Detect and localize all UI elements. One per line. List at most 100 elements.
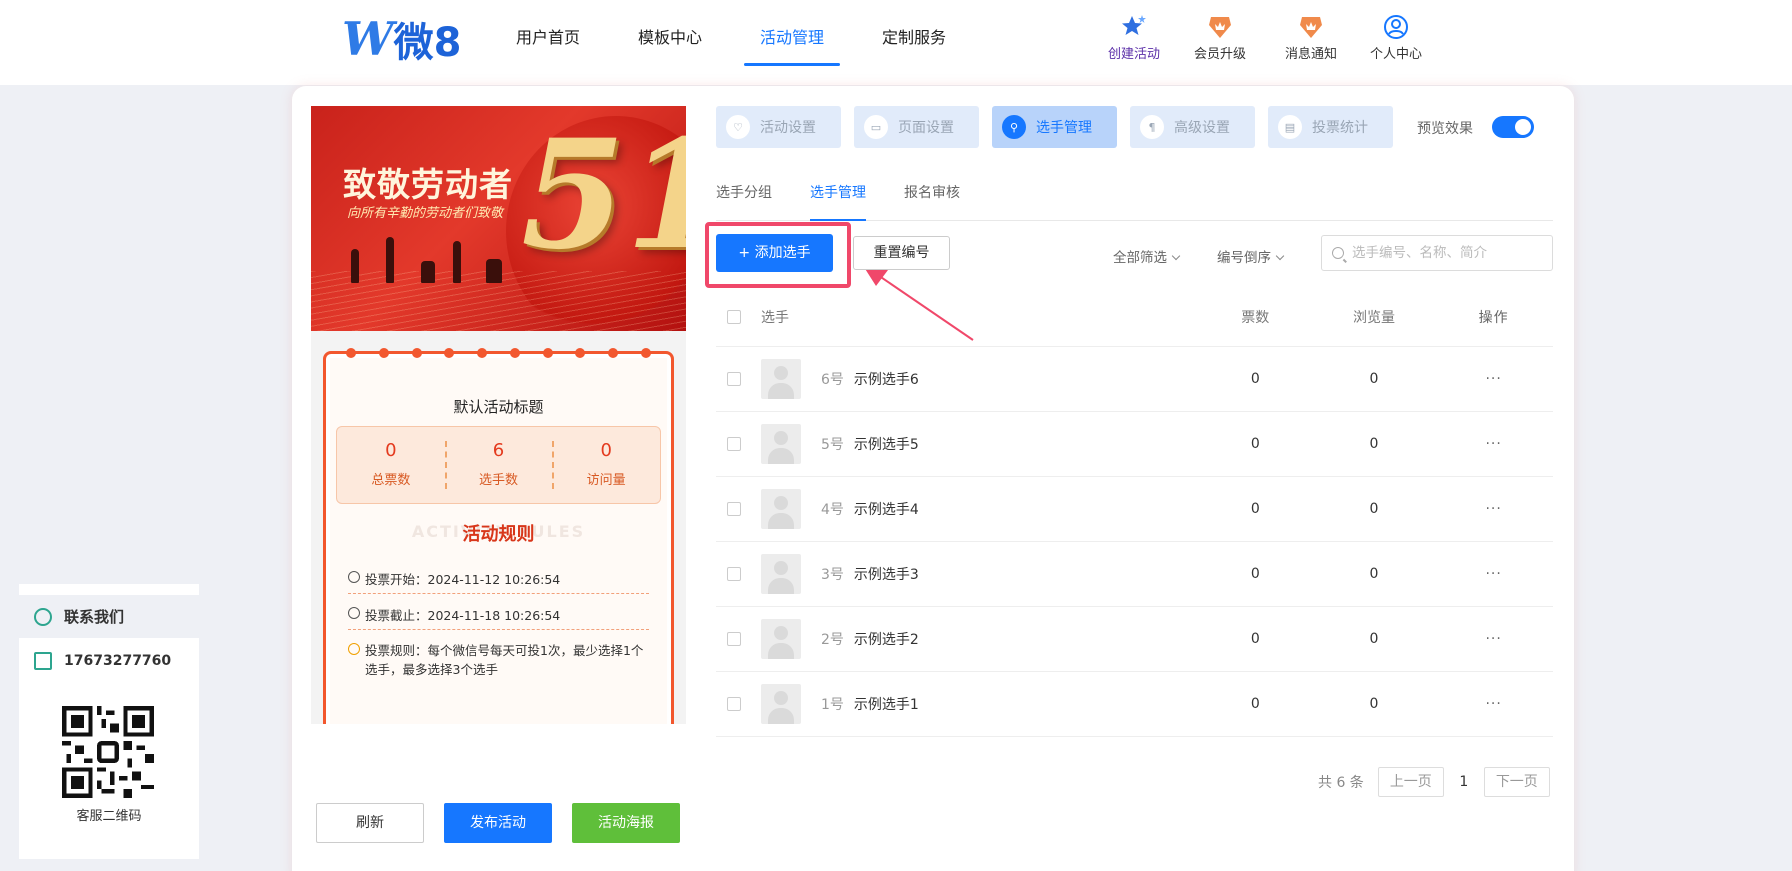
mobile-preview: 51 致敬劳动者 向所有辛勤的劳动者们致敬 默认活动标题 0 总票数 6 选手数… (311, 106, 686, 724)
notifications-label: 消息通知 (1284, 47, 1337, 62)
select-all-checkbox[interactable] (727, 309, 741, 324)
votes-cell: 0 (1250, 566, 1260, 582)
preview-toggle[interactable] (1492, 116, 1534, 138)
views-cell: 0 (1369, 566, 1379, 582)
rules-heading-title: 活动规则 (462, 524, 535, 545)
contact-header: 联系我们 (19, 595, 199, 638)
personal-center-button[interactable]: 个人中心 (1356, 14, 1436, 62)
row-checkbox[interactable] (727, 567, 741, 581)
stat-label: 选手数 (479, 473, 519, 488)
worker-silhouette (421, 261, 435, 283)
subtab-player-management[interactable]: 选手管理 (810, 170, 866, 221)
subtab-player-groups[interactable]: 选手分组 (716, 170, 772, 220)
top-navbar: W 微8 用户首页 模板中心 活动管理 定制服务 创建活动 会员升级 消息通知 (0, 0, 1792, 85)
info-icon (348, 643, 360, 655)
next-page-button[interactable]: 下一页 (1483, 767, 1550, 797)
player-cell: 2号 示例选手2 (761, 619, 1197, 659)
logo-text: 微8 (393, 20, 462, 66)
divider (348, 593, 649, 594)
ticket-rings (346, 348, 651, 358)
step-label: 高级设置 (1174, 120, 1230, 136)
reset-numbering-button[interactable]: 重置编号 (853, 236, 950, 270)
refresh-button[interactable]: 刷新 (316, 803, 424, 843)
row-checkbox[interactable] (727, 697, 741, 711)
nav-template-center[interactable]: 模板中心 (622, 0, 718, 68)
player-number: 4号 (821, 502, 844, 518)
more-actions-button[interactable]: ··· (1434, 631, 1553, 647)
clock-icon (348, 571, 360, 583)
notifications-button[interactable]: 消息通知 (1271, 14, 1351, 62)
create-activity-label: 创建活动 (1107, 47, 1160, 62)
column-votes: 票数 (1241, 309, 1270, 326)
step-vote-statistics[interactable]: ▤ 投票统计 (1268, 106, 1393, 148)
votes-cell: 0 (1250, 631, 1260, 647)
more-actions-button[interactable]: ··· (1434, 371, 1553, 387)
table-row: 5号 示例选手5 0 0 ··· (716, 412, 1553, 477)
activity-poster-button[interactable]: 活动海报 (572, 803, 680, 843)
user-icon (1384, 15, 1408, 39)
step-activity-settings[interactable]: ♡ 活动设置 (716, 106, 841, 148)
row-checkbox[interactable] (727, 502, 741, 516)
table-row: 1号 示例选手1 0 0 ··· (716, 672, 1553, 737)
player-name: 示例选手2 (853, 632, 919, 648)
publish-activity-button[interactable]: 发布活动 (444, 803, 552, 843)
sort-order-dropdown[interactable]: 编号倒序 (1217, 246, 1285, 266)
step-page-settings[interactable]: ▭ 页面设置 (854, 106, 979, 148)
member-upgrade-button[interactable]: 会员升级 (1180, 14, 1260, 62)
nav-activity-management[interactable]: 活动管理 (744, 0, 841, 68)
avatar (761, 619, 801, 659)
player-subtabs: 选手分组 选手管理 报名审核 (716, 170, 1553, 221)
banner-number: 51 (521, 107, 686, 283)
more-actions-button[interactable]: ··· (1434, 696, 1553, 712)
tools-icon: ¶ (1140, 115, 1164, 139)
step-label: 页面设置 (898, 120, 954, 136)
step-advanced-settings[interactable]: ¶ 高级设置 (1130, 106, 1255, 148)
pagination: 共 6 条 上一页 1 下一页 (1318, 767, 1550, 797)
contact-phone: 17673277760 (64, 653, 172, 669)
chevron-down-icon (1171, 251, 1181, 261)
votes-cell: 0 (1250, 501, 1260, 517)
more-actions-button[interactable]: ··· (1434, 566, 1553, 582)
stat-label: 总票数 (371, 473, 411, 488)
worker-silhouette (386, 237, 394, 283)
current-page[interactable]: 1 (1444, 774, 1484, 790)
filter-all-label: 全部筛选 (1113, 250, 1167, 266)
table-row: 4号 示例选手4 0 0 ··· (716, 477, 1553, 542)
phone-icon (34, 652, 52, 670)
row-checkbox[interactable] (727, 437, 741, 451)
stat-value: 0 (385, 440, 397, 461)
table-row: 6号 示例选手6 0 0 ··· (716, 347, 1553, 412)
votes-cell: 0 (1250, 696, 1260, 712)
stat-value: 6 (492, 440, 505, 461)
subtab-signup-review[interactable]: 报名审核 (904, 170, 960, 220)
search-input[interactable] (1352, 245, 1542, 261)
avatar (761, 489, 801, 529)
nav-custom-service[interactable]: 定制服务 (866, 0, 962, 68)
stat-label: 访问量 (586, 473, 626, 488)
banner-title: 致敬劳动者 (343, 165, 513, 204)
vote-start-row: 投票开始：2024-11-12 10:26:54 (348, 569, 649, 588)
player-cell: 4号 示例选手4 (761, 489, 1197, 529)
nav-user-home[interactable]: 用户首页 (500, 0, 596, 68)
column-actions: 操作 (1478, 309, 1509, 326)
player-name: 示例选手5 (853, 437, 919, 453)
star-icon (1122, 15, 1146, 35)
create-activity-button[interactable]: 创建活动 (1094, 14, 1174, 62)
logo[interactable]: W 微8 (342, 12, 462, 66)
more-actions-button[interactable]: ··· (1434, 436, 1553, 452)
player-name: 示例选手1 (853, 697, 919, 713)
row-checkbox[interactable] (727, 372, 741, 386)
column-views: 浏览量 (1353, 309, 1396, 326)
player-cell: 6号 示例选手6 (761, 359, 1197, 399)
stat-total-votes: 0 总票数 (337, 427, 445, 503)
vote-end-row: 投票截止：2024-11-18 10:26:54 (348, 605, 649, 624)
player-number: 6号 (821, 372, 844, 388)
filter-all-dropdown[interactable]: 全部筛选 (1113, 246, 1181, 266)
table-row: 3号 示例选手3 0 0 ··· (716, 542, 1553, 607)
activity-stats: 0 总票数 6 选手数 0 访问量 (336, 426, 661, 504)
avatar (761, 684, 801, 724)
row-checkbox[interactable] (727, 632, 741, 646)
step-player-management[interactable]: ⚲ 选手管理 (992, 106, 1117, 148)
more-actions-button[interactable]: ··· (1434, 501, 1553, 517)
prev-page-button[interactable]: 上一页 (1377, 767, 1444, 797)
